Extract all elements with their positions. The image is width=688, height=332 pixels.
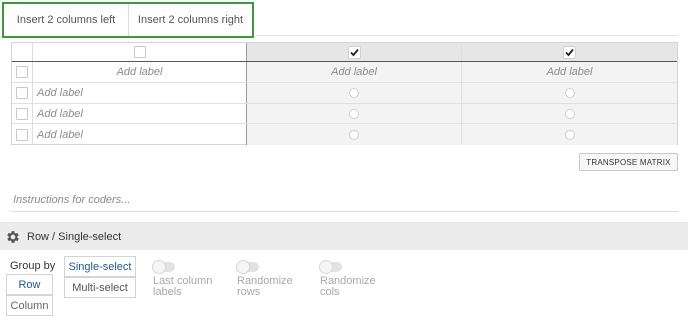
toggle-label: Randomize rows [237,276,307,298]
radio-cell [247,83,462,103]
group-by-row-button[interactable]: Row [6,274,53,295]
header-cell [247,43,462,61]
matrix-row: Add label [12,104,677,124]
matrix-grid: Add label Add label Add label Add label … [11,42,678,145]
header-cell [462,43,677,61]
select-all-checkbox[interactable] [16,66,28,78]
row-checkbox[interactable] [16,128,28,141]
toggle-knob [152,260,166,274]
row-label-cell[interactable]: Add label [33,83,247,103]
row-label-input[interactable]: Add label [37,108,83,120]
gear-icon [7,230,19,243]
radio-cell [247,104,462,123]
checkmark-icon [349,48,359,56]
settings-title: Row / Single-select [27,230,122,243]
column-label-input[interactable]: Add label [547,66,593,78]
column-checkbox[interactable] [133,46,146,58]
row-checkbox[interactable] [16,107,28,120]
group-by-column-button[interactable]: Column [6,295,53,316]
row-checkbox[interactable] [16,87,28,99]
toggle-knob [236,260,250,274]
transpose-matrix-button[interactable]: TRANSPOSE MATRIX [579,153,678,171]
randomize-rows-toggle[interactable] [236,260,259,274]
randomize-cols-toggle[interactable] [319,260,342,274]
column-label-row: Add label Add label Add label [12,62,677,83]
randomize-rows-toggle-group: Randomize rows [236,260,293,298]
toggle-label-line: cols [320,286,340,298]
toggle-knob [319,260,333,274]
column-label-cell[interactable]: Add label [33,62,247,82]
radio-button[interactable] [349,108,359,119]
row-checkbox-cell [12,124,33,145]
matrix-header-row [12,43,677,62]
insert-columns-left-button[interactable]: Insert 2 columns left [4,4,129,36]
radio-cell [462,104,677,123]
row-checkbox-cell [12,104,33,123]
matrix-row: Add label [12,124,677,145]
column-label-input[interactable]: Add label [331,66,377,78]
toggle-label-line: labels [153,286,182,298]
row-label-input[interactable]: Add label [37,87,83,99]
multi-select-button[interactable]: Multi-select [64,277,136,298]
toggle-label: Last column labels [153,276,223,298]
instructions-input[interactable]: Instructions for coders... [13,194,130,206]
last-column-labels-toggle[interactable] [152,260,175,274]
row-label-cell[interactable]: Add label [33,104,247,123]
corner-cell [12,43,33,61]
group-by-label: Group by [10,260,56,272]
column-label-input[interactable]: Add label [117,66,163,78]
instructions-underline [11,211,678,212]
matrix-row: Add label [12,83,677,104]
column-label-cell[interactable]: Add label [247,62,462,82]
radio-cell [462,124,677,145]
row-checkbox-cell [12,83,33,103]
radio-button[interactable] [564,88,575,98]
radio-button[interactable] [349,129,359,140]
column-label-cell[interactable]: Add label [462,62,677,82]
row-label-cell[interactable]: Add label [33,124,247,145]
row-checkbox-cell [12,62,33,82]
radio-button[interactable] [564,129,575,140]
column-checkbox[interactable] [563,45,576,59]
checkmark-icon [565,48,574,56]
randomize-cols-toggle-group: Randomize cols [319,260,376,298]
insert-columns-toolbar: Insert 2 columns left Insert 2 columns r… [2,2,254,38]
row-label-input[interactable]: Add label [37,129,83,141]
toggle-label: Randomize cols [320,276,390,298]
header-cell [33,43,247,61]
last-column-labels-toggle-group: Last column labels [152,260,212,298]
toggle-label-line: rows [237,286,261,298]
radio-button[interactable] [564,108,575,119]
insert-columns-right-button[interactable]: Insert 2 columns right [129,4,252,36]
single-select-button[interactable]: Single-select [64,256,136,277]
radio-cell [247,124,462,145]
divider [256,35,678,36]
radio-cell [462,83,677,103]
column-checkbox[interactable] [347,45,361,59]
radio-button[interactable] [349,88,359,98]
settings-bar[interactable]: Row / Single-select [0,222,688,250]
